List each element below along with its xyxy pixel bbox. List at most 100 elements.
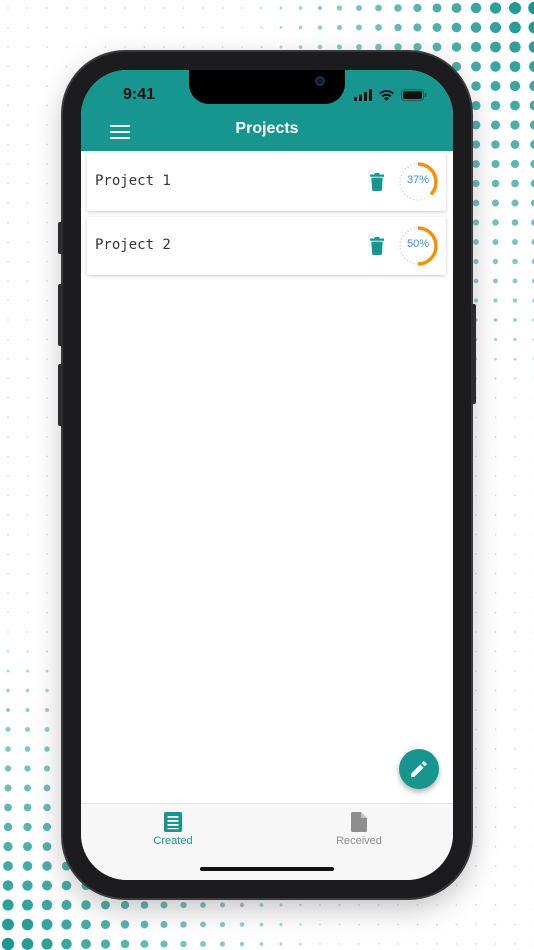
decorative-dot: [279, 922, 283, 927]
project-card[interactable]: Project 2 50%: [87, 217, 446, 275]
decorative-dot: [143, 7, 146, 9]
decorative-dot: [375, 43, 382, 51]
decorative-dot: [7, 514, 9, 516]
decorative-dot: [7, 611, 9, 614]
decorative-dot: [25, 688, 30, 693]
decorative-dot: [475, 572, 477, 575]
tab-received[interactable]: Received: [309, 812, 409, 852]
decorative-dot: [7, 299, 9, 302]
decorative-dot: [6, 650, 10, 653]
decorative-dot: [46, 26, 48, 29]
decorative-dot: [81, 939, 91, 949]
decorative-dot: [279, 6, 283, 10]
signal-icon: [354, 89, 372, 101]
decorative-dot: [46, 338, 48, 341]
decorative-dot: [22, 841, 33, 852]
status-time: 9:41: [123, 86, 156, 103]
decorative-dot: [26, 65, 29, 68]
progress-percent: 50%: [406, 238, 430, 250]
decorative-dot: [514, 397, 516, 399]
decorative-dot: [511, 179, 519, 188]
decorative-dot: [7, 260, 9, 263]
edit-fab-button[interactable]: [399, 749, 439, 789]
decorative-dot: [7, 572, 9, 575]
decorative-dot: [120, 920, 130, 929]
decorative-dot: [45, 688, 49, 693]
decorative-dot: [475, 416, 477, 419]
decorative-dot: [475, 689, 477, 692]
decorative-dot: [509, 21, 521, 34]
decorative-dot: [317, 5, 323, 11]
decorative-dot: [475, 806, 477, 809]
decorative-dot: [26, 611, 29, 614]
decorative-dot: [494, 787, 497, 789]
power-button: [471, 304, 476, 404]
decorative-dot: [394, 43, 402, 51]
decorative-dot: [259, 903, 264, 907]
decorative-dot: [475, 533, 477, 536]
decorative-dot: [26, 669, 29, 673]
decorative-dot: [26, 455, 29, 458]
page-title: Projects: [235, 120, 299, 137]
decorative-dot: [529, 80, 534, 92]
decorative-dot: [219, 902, 226, 908]
decorative-dot: [6, 688, 10, 693]
decorative-dot: [26, 494, 29, 497]
decorative-dot: [42, 861, 52, 871]
decorative-dot: [355, 4, 363, 12]
decorative-dot: [490, 41, 501, 53]
decorative-dot: [338, 923, 341, 926]
decorative-dot: [46, 65, 48, 68]
project-name: Project 2: [95, 237, 171, 253]
decorative-dot: [4, 784, 12, 792]
decorative-dot: [514, 553, 516, 555]
decorative-dot: [21, 918, 34, 931]
decorative-dot: [494, 709, 497, 711]
decorative-dot: [221, 46, 224, 48]
decorative-dot: [529, 100, 534, 111]
project-card[interactable]: Project 1 37%: [87, 153, 446, 211]
decorative-dot: [241, 26, 243, 29]
decorative-dot: [104, 7, 107, 9]
decorative-dot: [472, 199, 480, 207]
document-icon: [351, 812, 367, 832]
decorative-dot: [494, 494, 497, 497]
decorative-dot: [375, 24, 382, 31]
decorative-dot: [41, 938, 53, 950]
decorative-dot: [7, 241, 9, 243]
decorative-dot: [494, 904, 497, 906]
decorative-dot: [7, 494, 9, 497]
decorative-dot: [46, 143, 48, 146]
decorative-dot: [182, 7, 185, 9]
decorative-dot: [494, 611, 497, 614]
decorative-dot: [514, 806, 516, 809]
decorative-dot: [26, 377, 29, 380]
decorative-dot: [279, 45, 283, 49]
decorative-dot: [41, 919, 53, 930]
decorative-dot: [489, 2, 502, 14]
tab-created[interactable]: Created: [123, 812, 223, 852]
decorative-dot: [43, 784, 51, 792]
decorative-dot: [6, 669, 10, 673]
volume-up-button: [58, 284, 63, 346]
decorative-dot: [475, 650, 477, 653]
decorative-dot: [41, 880, 53, 891]
decorative-dot: [124, 7, 126, 9]
decorative-dot: [7, 143, 9, 146]
decorative-dot: [26, 241, 29, 243]
decorative-dot: [509, 80, 521, 92]
delete-trash-icon[interactable]: [370, 173, 384, 191]
decorative-dot: [494, 826, 497, 828]
delete-trash-icon[interactable]: [370, 237, 384, 255]
decorative-dot: [180, 921, 187, 928]
decorative-dot: [26, 7, 29, 9]
decorative-dot: [494, 650, 497, 653]
decorative-dot: [46, 46, 48, 48]
decorative-dot: [7, 26, 9, 29]
decorative-dot: [81, 919, 91, 930]
pencil-icon: [411, 761, 427, 777]
wifi-icon: [379, 89, 394, 101]
decorative-dot: [45, 669, 49, 673]
decorative-dot: [514, 592, 516, 594]
decorative-dot: [61, 899, 72, 911]
